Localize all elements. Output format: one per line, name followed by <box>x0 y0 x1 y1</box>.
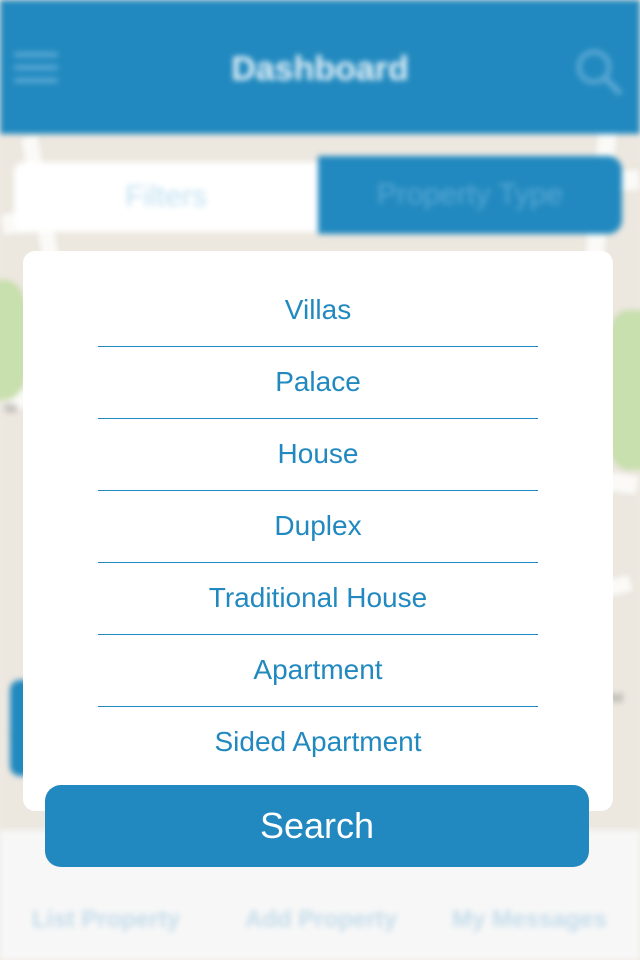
nav-list-property[interactable]: List Property <box>32 906 180 934</box>
search-button[interactable]: Search <box>45 785 589 867</box>
property-type-list: Villas Palace House Duplex Traditional H… <box>98 275 538 778</box>
property-type-modal: Villas Palace House Duplex Traditional H… <box>23 251 613 811</box>
search-icon[interactable] <box>572 46 624 96</box>
page-title: Dashboard <box>231 50 409 88</box>
property-type-option-apartment[interactable]: Apartment <box>98 635 538 707</box>
property-type-option-sided-apartment[interactable]: Sided Apartment <box>98 707 538 778</box>
property-type-option-villas[interactable]: Villas <box>98 275 538 347</box>
nav-add-property[interactable]: Add Property <box>245 906 397 934</box>
property-type-option-duplex[interactable]: Duplex <box>98 491 538 563</box>
tab-filters[interactable]: Filters <box>14 162 318 232</box>
property-type-option-traditional-house[interactable]: Traditional House <box>98 563 538 635</box>
tab-property-type[interactable]: Property Type <box>318 156 622 234</box>
property-type-option-house[interactable]: House <box>98 419 538 491</box>
property-type-option-palace[interactable]: Palace <box>98 347 538 419</box>
app-header: Dashboard <box>0 0 640 134</box>
nav-my-messages[interactable]: My Messages <box>452 906 607 934</box>
